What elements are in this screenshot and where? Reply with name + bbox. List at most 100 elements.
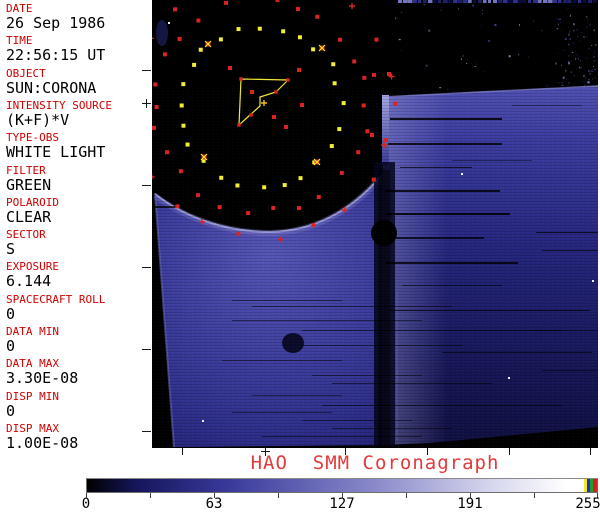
inner-yellow-ring-dot xyxy=(219,175,224,180)
speckle xyxy=(594,51,596,54)
top-edge-noise xyxy=(558,0,562,3)
top-edge-noise xyxy=(578,0,582,3)
speckle xyxy=(439,87,442,89)
speckle xyxy=(447,88,449,90)
middle-red-ring-dot xyxy=(361,103,366,108)
field-label: SPACECRAFT ROLL xyxy=(6,292,106,306)
speckle xyxy=(564,38,567,41)
field-value: 0 xyxy=(6,337,16,355)
top-edge-noise xyxy=(403,0,408,3)
middle-red-ring-dot xyxy=(339,170,344,175)
speckle xyxy=(588,70,590,72)
colorbar-tick-label: 0 xyxy=(81,496,91,512)
inner-yellow-ring-dot xyxy=(332,81,337,86)
field-filter: FILTER GREEN xyxy=(6,164,150,194)
middle-red-ring-dot xyxy=(271,205,276,210)
speckle xyxy=(568,33,570,36)
speckle xyxy=(401,11,403,13)
top-edge-noise xyxy=(503,0,508,3)
speckle xyxy=(572,51,574,53)
field-value: 1.00E-08 xyxy=(6,433,79,452)
streak-line xyxy=(452,160,532,161)
outer-red-ring-dot xyxy=(236,231,241,236)
speckle xyxy=(440,9,442,11)
speckle xyxy=(589,24,591,26)
field-sector: SECTOR S xyxy=(6,229,150,258)
polygon-vertex-dot xyxy=(237,123,241,127)
inner-yellow-ring-dot xyxy=(262,185,267,190)
speckle xyxy=(518,23,520,26)
middle-red-ring-dot xyxy=(196,18,201,23)
speckle xyxy=(561,82,563,85)
inner-yellow-ring-dot xyxy=(235,183,240,188)
top-edge-noise xyxy=(498,0,503,3)
speckle xyxy=(561,84,564,86)
speckle xyxy=(545,84,548,87)
speckle xyxy=(567,81,570,84)
speckle xyxy=(592,66,594,68)
top-edge-noise xyxy=(588,0,593,3)
inner-yellow-ring-dot xyxy=(185,142,190,147)
streak-line xyxy=(302,330,562,331)
field-value: 22:56:15 UT xyxy=(6,46,106,65)
footer-title: HAO SMM Coronagraph xyxy=(250,452,500,474)
speckle xyxy=(566,78,568,80)
frame-tick-left xyxy=(142,267,151,268)
field-data-min: DATA MIN 0 xyxy=(6,326,150,355)
screen: { "sidebar": { "fields": [ {"label":"DAT… xyxy=(0,0,600,512)
speckle xyxy=(573,74,575,77)
frame-tick-cross xyxy=(146,99,147,108)
top-edge-noise xyxy=(423,0,427,3)
middle-red-ring-dot xyxy=(296,206,301,211)
middle-red-ring-dot xyxy=(162,52,167,57)
speckle xyxy=(593,29,595,32)
field-exposure: EXPOSURE 6.144 xyxy=(6,261,150,290)
speckle xyxy=(586,36,588,38)
field-polaroid: POLAROID CLEAR xyxy=(6,196,150,226)
streak-line xyxy=(332,383,492,384)
inner-yellow-ring-dot xyxy=(331,62,336,67)
colorbar-tick xyxy=(278,493,279,498)
outer-red-ring-dot xyxy=(175,204,180,209)
field-label: OBJECT xyxy=(6,66,46,80)
speckle xyxy=(557,52,559,55)
outer-red-ring-dot xyxy=(311,223,316,228)
speckle xyxy=(573,23,575,26)
bright-point xyxy=(592,280,594,282)
streak-line xyxy=(262,436,422,437)
speckle xyxy=(518,54,520,56)
top-edge-noise xyxy=(533,0,538,3)
field-value: 26 Sep 1986 xyxy=(6,14,106,32)
speckle xyxy=(575,57,577,60)
inner-yellow-ring-dot xyxy=(236,27,241,32)
speckle xyxy=(494,23,497,26)
top-edge-noise xyxy=(518,0,523,3)
middle-red-ring-dot xyxy=(338,37,343,42)
middle-red-ring-dot xyxy=(223,0,228,5)
scatter-dot xyxy=(372,73,376,77)
speckle xyxy=(560,21,562,23)
streak-line xyxy=(536,232,598,233)
inner-yellow-ring-dot xyxy=(281,29,286,34)
streak-line xyxy=(402,285,502,286)
speckle xyxy=(589,70,591,72)
scatter-dot xyxy=(272,115,276,119)
top-edge-noise xyxy=(553,0,558,3)
polygon-vertex-dot xyxy=(274,90,278,94)
top-edge-noise xyxy=(463,0,468,3)
bright-point xyxy=(168,22,170,24)
field-disp-min: DISP MIN 0 xyxy=(6,390,150,420)
speckle xyxy=(567,8,569,10)
streak-line xyxy=(532,330,598,331)
inner-yellow-ring-dot xyxy=(179,103,184,108)
speckle xyxy=(398,39,401,41)
polygon-vertex-dot xyxy=(286,78,290,82)
speckle xyxy=(458,7,460,10)
speckle xyxy=(565,69,567,72)
middle-red-ring-dot xyxy=(365,129,370,134)
speckle xyxy=(568,84,570,86)
speckle xyxy=(400,49,402,51)
field-value: (K+F)*V xyxy=(6,110,70,129)
scatter-dot xyxy=(297,68,301,72)
streak-line xyxy=(400,167,472,168)
